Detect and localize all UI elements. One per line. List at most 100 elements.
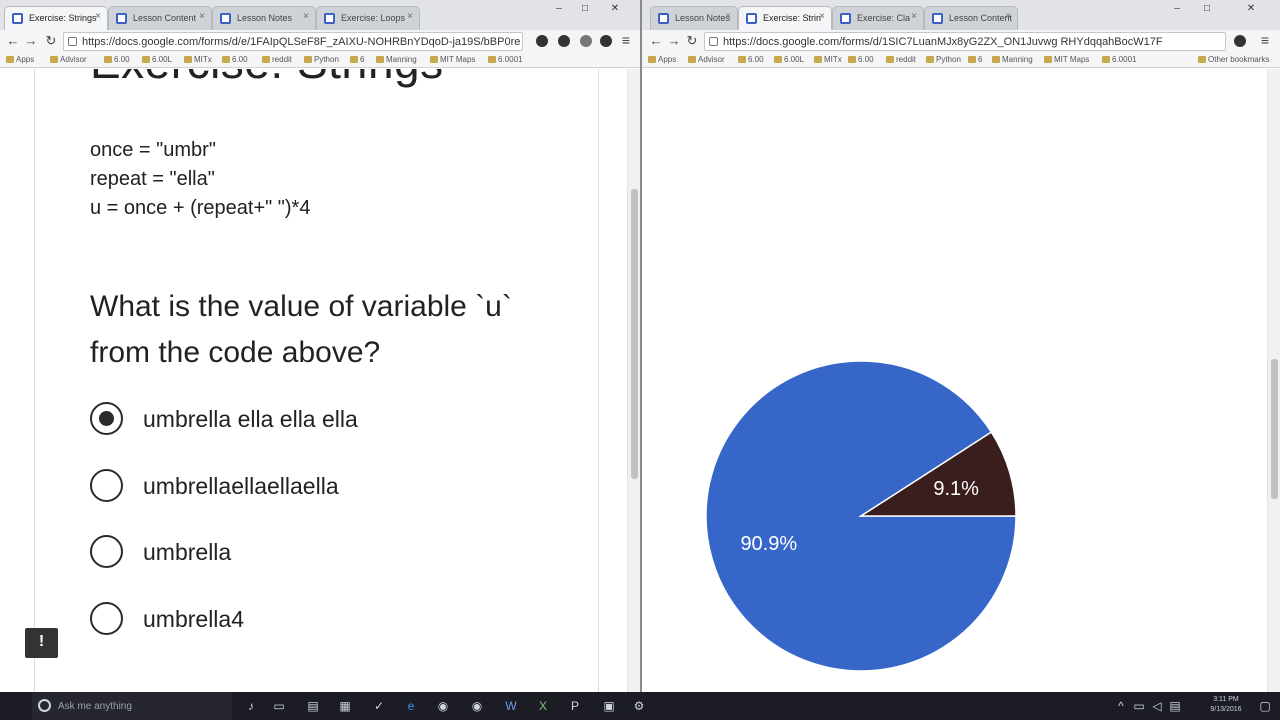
extension-icon[interactable] — [1234, 35, 1246, 47]
tab-exercise-classes[interactable]: Exercise: Cla × — [832, 6, 924, 30]
notification-icon[interactable]: ▤ — [1168, 699, 1182, 713]
bookmark-item[interactable]: 6.00 — [848, 55, 874, 64]
tab-exercise-strings[interactable]: Exercise: Strin × — [738, 6, 832, 30]
bookmark-item[interactable]: 6.00L — [774, 55, 804, 64]
close-tab-icon[interactable]: × — [911, 11, 917, 22]
bookmark-reddit[interactable]: reddit — [262, 55, 292, 64]
tray-chevron-icon[interactable]: ^ — [1114, 699, 1128, 713]
back-arrow-icon[interactable]: ← — [648, 33, 664, 49]
task-view-icon[interactable]: ▭ — [272, 699, 286, 713]
action-center-icon[interactable]: ▢ — [1258, 699, 1272, 713]
bookmark-mitx[interactable]: MITx — [814, 55, 842, 64]
tab-exercise-loops[interactable]: Exercise: Loops × — [316, 6, 420, 30]
reload-icon[interactable]: ↻ — [684, 33, 700, 49]
extension-icon[interactable] — [580, 35, 592, 47]
tab-lesson-content[interactable]: Lesson Content × — [924, 6, 1018, 30]
bookmark-item[interactable]: 6.0001 — [1102, 55, 1136, 64]
close-tab-icon[interactable]: × — [407, 11, 413, 22]
volume-icon[interactable]: ◁ — [1150, 699, 1164, 713]
close-tab-icon[interactable]: × — [1005, 11, 1011, 22]
vertical-scrollbar[interactable] — [1267, 69, 1280, 692]
lock-icon — [68, 37, 77, 46]
radio-button[interactable] — [90, 535, 123, 568]
bookmark-item[interactable]: 6 — [350, 55, 364, 64]
close-window-button[interactable]: ✕ — [1240, 3, 1262, 17]
chrome-menu-icon[interactable]: ≡ — [619, 33, 633, 47]
scrollbar-thumb[interactable] — [631, 189, 638, 479]
word-icon[interactable]: W — [504, 699, 518, 713]
clock-time: 3:11 PM — [1213, 696, 1239, 703]
excel-icon[interactable]: X — [536, 699, 550, 713]
bookmark-item[interactable]: 6.00 — [104, 55, 130, 64]
chrome-menu-icon[interactable]: ≡ — [1258, 33, 1272, 47]
option-1[interactable]: umbrella ella ella ella — [90, 402, 530, 436]
microphone-icon[interactable]: ♪ — [244, 699, 258, 713]
chrome-icon[interactable]: ◉ — [436, 699, 450, 713]
close-tab-icon[interactable]: × — [95, 11, 101, 22]
bookmark-other[interactable]: Other bookmarks — [1198, 55, 1269, 64]
close-window-button[interactable]: ✕ — [604, 3, 626, 17]
bookmark-advisor[interactable]: Advisor — [688, 55, 725, 64]
bookmarks-bar: Apps Advisor 6.00 6.00L MITx 6.00 reddit… — [0, 52, 640, 68]
address-bar[interactable]: https://docs.google.com/forms/d/1SIC7Lua… — [704, 32, 1226, 51]
extension-icon[interactable] — [600, 35, 612, 47]
cortana-search-box[interactable]: Ask me anything — [32, 692, 232, 720]
close-tab-icon[interactable]: × — [199, 11, 205, 22]
bookmark-python[interactable]: Python — [304, 55, 339, 64]
radio-button[interactable] — [90, 469, 123, 502]
address-bar[interactable]: https://docs.google.com/forms/d/e/1FAIpQ… — [63, 32, 523, 51]
file-explorer-icon[interactable]: ▤ — [306, 699, 320, 713]
app-icon[interactable]: P — [568, 699, 582, 713]
maximize-button[interactable]: □ — [1196, 3, 1218, 17]
bookmark-manning[interactable]: Manning — [992, 55, 1033, 64]
maximize-button[interactable]: □ — [574, 3, 596, 17]
tab-lesson-notes[interactable]: Lesson Notes × — [212, 6, 316, 30]
bookmark-item[interactable]: 6.0001 — [488, 55, 522, 64]
option-3[interactable]: umbrella — [90, 535, 530, 569]
reload-icon[interactable]: ↻ — [43, 33, 59, 49]
app-icon[interactable]: ▣ — [602, 699, 616, 713]
bookmark-advisor[interactable]: Advisor — [50, 55, 87, 64]
option-2[interactable]: umbrellaellaellaella — [90, 469, 530, 503]
minimize-button[interactable]: – — [548, 3, 570, 17]
back-arrow-icon[interactable]: ← — [5, 33, 21, 49]
extension-icon[interactable] — [558, 35, 570, 47]
bookmark-manning[interactable]: Manning — [376, 55, 417, 64]
close-tab-icon[interactable]: × — [819, 11, 825, 22]
cortana-icon — [38, 699, 51, 712]
bookmark-apps[interactable]: Apps — [6, 55, 34, 64]
bookmark-item[interactable]: 6 — [968, 55, 982, 64]
close-tab-icon[interactable]: × — [725, 11, 731, 22]
bookmark-reddit[interactable]: reddit — [886, 55, 916, 64]
chrome-icon[interactable]: ◉ — [470, 699, 484, 713]
calculator-icon[interactable]: ▦ — [338, 699, 352, 713]
tab-exercise-strings[interactable]: Exercise: Strings × — [4, 6, 108, 30]
bookmark-mit-maps[interactable]: MIT Maps — [1044, 55, 1089, 64]
bookmark-item[interactable]: 6.00 — [222, 55, 248, 64]
bookmark-mitx[interactable]: MITx — [184, 55, 212, 64]
edge-icon[interactable]: e — [404, 699, 418, 713]
bookmark-item[interactable]: 6.00 — [738, 55, 764, 64]
forward-arrow-icon[interactable]: → — [666, 33, 682, 49]
vertical-scrollbar[interactable] — [627, 69, 640, 692]
app-icon[interactable]: ✓ — [372, 699, 386, 713]
settings-icon[interactable]: ⚙ — [632, 699, 646, 713]
extension-icon[interactable] — [536, 35, 548, 47]
radio-button-selected[interactable] — [90, 402, 123, 435]
radio-button[interactable] — [90, 602, 123, 635]
code-line: once = "umbr" — [90, 139, 216, 161]
bookmark-item[interactable]: 6.00L — [142, 55, 172, 64]
system-clock[interactable]: 3:11 PM 9/13/2016 — [1198, 695, 1254, 715]
bookmark-python[interactable]: Python — [926, 55, 961, 64]
minimize-button[interactable]: – — [1166, 3, 1188, 17]
send-feedback-button[interactable]: ! — [25, 628, 58, 658]
scrollbar-thumb[interactable] — [1271, 359, 1278, 499]
tab-lesson-notes[interactable]: Lesson Notes × — [650, 6, 738, 30]
option-4[interactable]: umbrella4 — [90, 602, 530, 636]
bookmark-apps[interactable]: Apps — [648, 55, 676, 64]
forward-arrow-icon[interactable]: → — [23, 33, 39, 49]
network-icon[interactable]: ▭ — [1132, 699, 1146, 713]
close-tab-icon[interactable]: × — [303, 11, 309, 22]
bookmark-mit-maps[interactable]: MIT Maps — [430, 55, 475, 64]
tab-lesson-content[interactable]: Lesson Content × — [108, 6, 212, 30]
